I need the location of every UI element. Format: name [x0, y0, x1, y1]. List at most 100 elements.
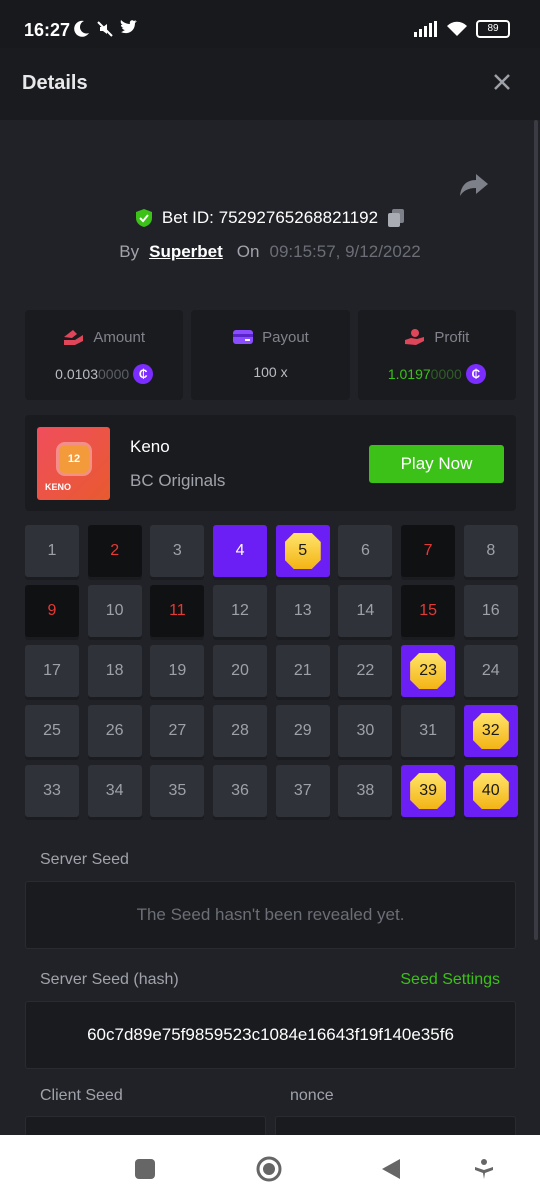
gem-icon: 23 — [410, 653, 447, 689]
stats-row: Amount 0.01030000 ₵ Payout 100 x Profit … — [25, 310, 516, 400]
keno-tile-26: 26 — [87, 705, 142, 757]
keno-tile-17: 17 — [25, 645, 79, 697]
twitter-icon — [120, 20, 137, 34]
keno-tile-19: 19 — [150, 645, 205, 697]
keno-tile-31: 31 — [401, 705, 456, 757]
system-nav-bar — [0, 1135, 540, 1200]
on-label: On — [236, 242, 260, 261]
amount-label: Amount — [93, 328, 146, 346]
status-time: 16:27 — [24, 20, 71, 40]
accessibility-icon[interactable] — [472, 1157, 496, 1181]
card-icon — [233, 330, 254, 344]
wifi-icon — [447, 21, 467, 36]
keno-tile-21: 21 — [275, 645, 330, 697]
keno-tile-36: 36 — [213, 765, 268, 817]
keno-tile-25: 25 — [25, 705, 79, 757]
keno-tile-28: 28 — [213, 705, 268, 757]
game-card: 12 KENO Keno BC Originals Play Now — [25, 415, 516, 511]
bet-id-row: Bet ID: 75292765268821192 — [0, 208, 540, 228]
client-seed-label: Client Seed — [40, 1087, 123, 1104]
server-hash-value: 60c7d89e75f9859523c1084e16643f19f140e35f… — [87, 1025, 454, 1044]
payout-value: 100 x — [253, 364, 288, 380]
by-label: By — [119, 242, 140, 261]
keno-tile-33: 33 — [25, 765, 79, 817]
bcd-coin-icon: ₵ — [133, 364, 154, 384]
gem-icon: 5 — [284, 533, 321, 569]
play-now-button[interactable]: Play Now — [369, 445, 504, 483]
keno-tile-16: 16 — [463, 585, 518, 637]
keno-tile-38: 38 — [338, 765, 393, 817]
hand-coin-icon — [405, 329, 425, 345]
server-seed-label: Server Seed — [40, 851, 129, 868]
keno-tile-10: 10 — [87, 585, 142, 637]
keno-tile-39: 39 — [401, 765, 456, 817]
profit-label: Profit — [434, 328, 470, 346]
bcd-coin-icon: ₵ — [465, 364, 486, 384]
keno-tile-11: 11 — [150, 585, 205, 637]
game-provider: BC Originals — [130, 471, 226, 490]
keno-tile-34: 34 — [87, 765, 142, 817]
seed-settings-link[interactable]: Seed Settings — [400, 971, 500, 989]
share-icon[interactable] — [458, 168, 490, 200]
keno-tile-23: 23 — [401, 645, 456, 697]
payout-label: Payout — [262, 328, 309, 346]
game-name: Keno — [130, 437, 170, 456]
keno-tile-1: 1 — [25, 525, 79, 577]
keno-tile-30: 30 — [338, 705, 393, 757]
profit-value-dim: 0000 — [430, 366, 462, 382]
keno-tile-35: 35 — [150, 765, 205, 817]
amount-value: 0.0103 — [55, 366, 98, 382]
keno-tile-6: 6 — [338, 525, 393, 577]
keno-tile-32: 32 — [463, 705, 518, 757]
keno-grid: 1 2 3 4 5 6 7 8 9 10 11 12 13 14 15 16 17 18 19 20 21 22 23 24 2… — [25, 525, 518, 817]
mute-icon — [97, 21, 113, 37]
bet-datetime: 09:15:57, 9/12/2022 — [269, 242, 421, 261]
nonce-label: nonce — [290, 1087, 334, 1104]
recents-icon[interactable] — [133, 1157, 157, 1181]
keno-tile-24: 24 — [463, 645, 518, 697]
keno-tile-29: 29 — [275, 705, 330, 757]
bet-id: Bet ID: 75292765268821192 — [161, 208, 379, 227]
payout-card: Payout 100 x — [191, 310, 350, 400]
keno-tile-22: 22 — [338, 645, 393, 697]
thumb-gem-icon: 12 — [59, 445, 89, 473]
money-icon — [64, 330, 84, 345]
signal-icon — [414, 21, 437, 37]
profit-card: Profit 1.01970000 ₵ — [357, 310, 516, 400]
bet-meta-row: By Superbet On 09:15:57, 9/12/2022 — [0, 242, 540, 262]
home-icon[interactable] — [255, 1155, 283, 1183]
keno-tile-2: 2 — [87, 525, 142, 577]
keno-tile-9: 9 — [25, 585, 79, 637]
keno-tile-7: 7 — [401, 525, 456, 577]
server-hash-label: Server Seed (hash) — [40, 971, 179, 988]
status-bar: 16:27 89 — [0, 0, 540, 48]
server-seed-field: The Seed hasn't been revealed yet. — [25, 881, 516, 949]
details-content[interactable]: Bet ID: 75292765268821192 By Superbet On… — [0, 120, 540, 1147]
thumb-label: KENO — [45, 482, 72, 492]
keno-tile-5: 5 — [275, 525, 330, 577]
gem-icon: 32 — [472, 713, 509, 749]
keno-tile-14: 14 — [338, 585, 393, 637]
profit-value: 1.0197 — [387, 366, 431, 382]
shield-check-icon — [135, 209, 152, 227]
house-link[interactable]: Superbet — [149, 242, 223, 262]
moon-icon — [74, 20, 89, 37]
page-title: Details — [22, 72, 88, 94]
gem-icon: 40 — [472, 773, 509, 809]
keno-tile-8: 8 — [463, 525, 518, 577]
keno-tile-37: 37 — [275, 765, 330, 817]
keno-thumbnail[interactable]: 12 KENO — [37, 427, 110, 500]
keno-tile-20: 20 — [213, 645, 268, 697]
keno-tile-18: 18 — [87, 645, 142, 697]
server-hash-field[interactable]: 60c7d89e75f9859523c1084e16643f19f140e35f… — [25, 1001, 516, 1069]
keno-tile-27: 27 — [150, 705, 205, 757]
back-icon[interactable] — [380, 1157, 404, 1181]
battery-icon: 89 — [476, 20, 510, 38]
keno-tile-15: 15 — [401, 585, 456, 637]
keno-tile-13: 13 — [275, 585, 330, 637]
amount-value-dim: 0000 — [98, 366, 130, 382]
amount-card: Amount 0.01030000 ₵ — [25, 310, 184, 400]
gem-icon: 39 — [410, 773, 447, 809]
copy-icon[interactable] — [386, 208, 406, 228]
close-icon[interactable] — [486, 66, 518, 98]
